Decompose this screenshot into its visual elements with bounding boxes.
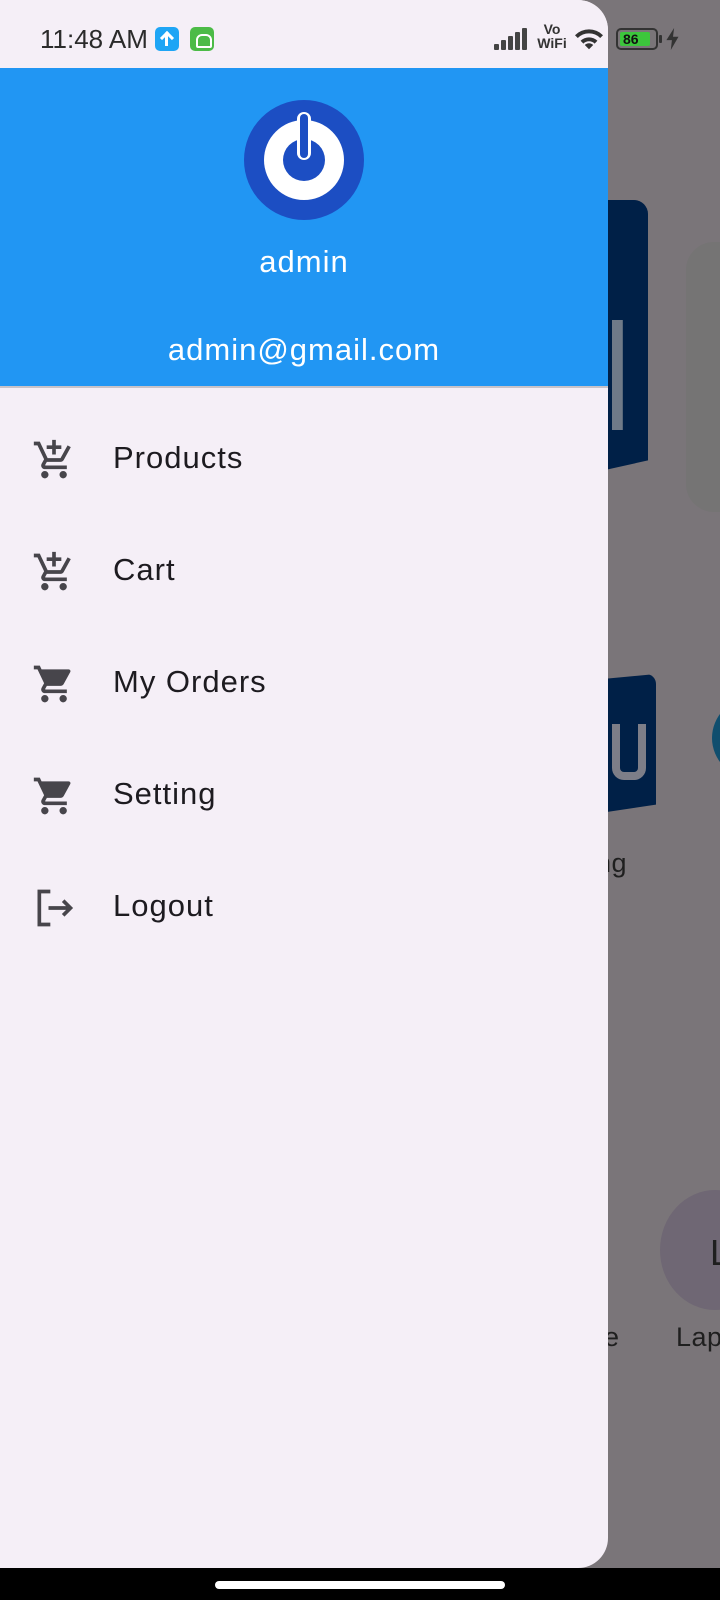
battery-icon: 86 bbox=[616, 28, 662, 50]
menu-item-logout[interactable]: Logout bbox=[0, 850, 608, 962]
background-card bbox=[686, 242, 720, 512]
cart-icon bbox=[33, 665, 71, 703]
system-navigation-bar bbox=[0, 1568, 720, 1600]
user-email: admin@gmail.com bbox=[167, 332, 441, 367]
menu-item-label: My Orders bbox=[113, 664, 267, 699]
cart-icon bbox=[33, 777, 71, 815]
vowifi-indicator: Vo WiFi bbox=[535, 22, 569, 50]
status-time: 11:48 AM bbox=[40, 24, 148, 54]
menu-item-products[interactable]: Products bbox=[0, 402, 608, 514]
wifi-icon bbox=[575, 29, 603, 50]
cart-products-icon bbox=[33, 439, 71, 479]
charging-icon bbox=[666, 28, 679, 50]
vowifi-label-bottom: WiFi bbox=[537, 35, 567, 51]
home-gesture-handle[interactable] bbox=[215, 1581, 505, 1589]
menu-item-label: Logout bbox=[113, 888, 214, 923]
menu-item-setting[interactable]: Setting bbox=[0, 738, 608, 850]
background-brand-circle bbox=[712, 698, 720, 778]
cart-add-icon bbox=[33, 551, 71, 591]
background-category-letter: L bbox=[710, 1232, 720, 1274]
battery-level: 86 bbox=[623, 31, 639, 47]
menu-item-label: Setting bbox=[113, 776, 217, 811]
upload-notification-icon bbox=[155, 27, 179, 51]
background-label: Lap bbox=[676, 1322, 720, 1352]
avatar bbox=[244, 100, 364, 220]
menu-item-label: Products bbox=[113, 440, 244, 475]
navigation-drawer: 11:48 AM admin admin@gmail.com Products bbox=[0, 0, 608, 1568]
vowifi-label-top: Vo bbox=[543, 21, 561, 37]
signal-icon bbox=[494, 26, 530, 50]
android-notification-icon bbox=[190, 27, 214, 51]
user-name: admin bbox=[259, 244, 349, 279]
background-brand-logo-letter bbox=[612, 724, 646, 780]
menu-item-cart[interactable]: Cart bbox=[0, 514, 608, 626]
menu-item-label: Cart bbox=[113, 552, 176, 587]
drawer-header: admin admin@gmail.com bbox=[0, 68, 608, 388]
drawer-menu: Products Cart My Orders Setting Logout bbox=[0, 402, 608, 962]
menu-item-my-orders[interactable]: My Orders bbox=[0, 626, 608, 738]
logout-icon bbox=[37, 889, 74, 927]
